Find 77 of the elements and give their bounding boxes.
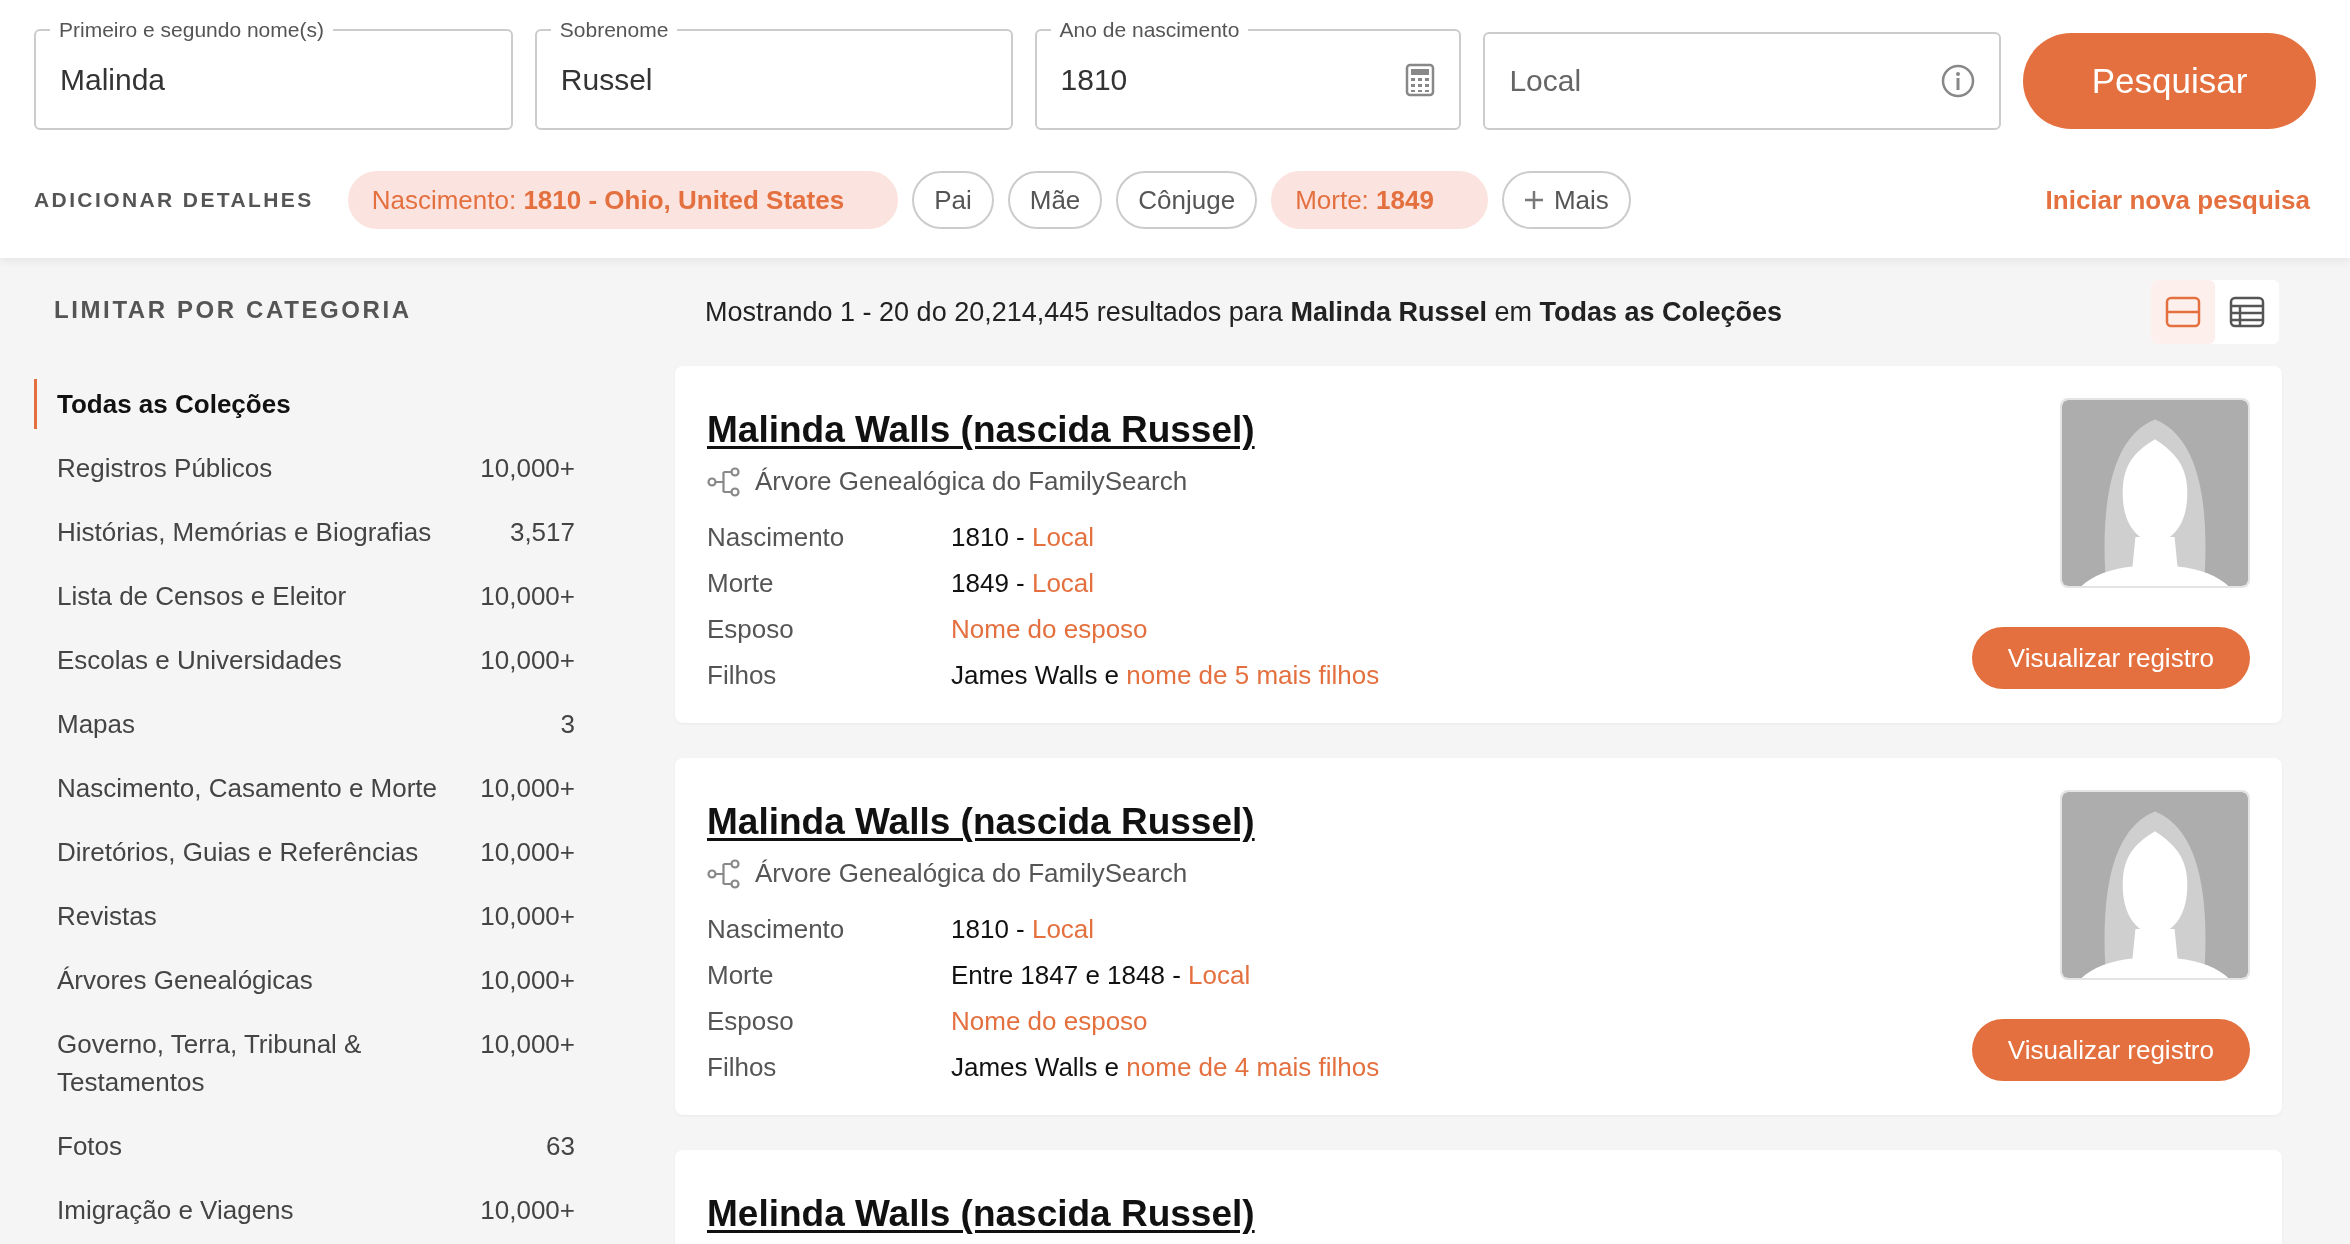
category-item[interactable]: Registros Públicos 10,000+ <box>34 443 575 493</box>
info-icon[interactable] <box>1941 64 1976 98</box>
category-item[interactable]: Imigração e Viagens 10,000+ <box>34 1185 575 1235</box>
category-label: Árvores Genealógicas <box>57 964 313 997</box>
fact-label: Morte <box>707 959 775 992</box>
filter-chip[interactable]: Pai <box>912 171 994 229</box>
category-label: Revistas <box>57 900 157 933</box>
category-item[interactable]: Todas as Coleções <box>34 379 575 429</box>
category-count: 10,000+ <box>480 452 575 485</box>
record-source: Árvore Genealógica do FamilySearch <box>755 466 1188 497</box>
results-summary: Mostrando 1 - 20 do 20,214,445 resultados para Malinda Russel em Todas as Coleções <box>705 296 1783 328</box>
field-placeholder: Local <box>1509 64 1583 98</box>
category-label: Diretórios, Guias e Referências <box>57 836 419 869</box>
fact-text: James Walls e <box>951 660 1121 690</box>
more-chip[interactable]: Mais <box>1501 171 1631 229</box>
category-item[interactable]: Árvores Genealógicas 10,000+ <box>34 955 575 1005</box>
field-label: Primeiro e segundo nome(s) <box>58 17 325 43</box>
fact-label: Esposo <box>707 1005 795 1038</box>
category-count: 63 <box>546 1130 575 1163</box>
field-label: Ano de nascimento <box>1058 17 1241 43</box>
category-label: Mapas <box>57 708 136 741</box>
fact-label: Nascimento <box>707 521 846 554</box>
category-item[interactable]: Governo, Terra, Tribunal & Testamentos 10,000+ <box>34 1019 575 1107</box>
filter-chip[interactable]: Mãe <box>1007 171 1103 229</box>
tree-icon <box>707 466 741 497</box>
category-label: Registros Públicos <box>57 452 273 485</box>
category-item[interactable]: Lista de Censos e Eleitor 10,000+ <box>34 571 575 621</box>
plus-icon <box>1523 190 1544 210</box>
tree-icon <box>707 858 741 889</box>
category-label: Todas as Coleções <box>57 388 291 421</box>
record-name-link[interactable]: Malinda Walls (nascida Russel) <box>707 800 1255 844</box>
category-count: 10,000+ <box>480 964 575 997</box>
category-item[interactable]: Mapas 3 <box>34 699 575 749</box>
category-count: 10,000+ <box>480 580 575 613</box>
record-source: Árvore Genealógica do FamilySearch <box>755 858 1188 889</box>
category-label: Histórias, Memórias e Biografias <box>57 516 432 549</box>
category-count: 10,000+ <box>480 836 575 869</box>
record-name-link[interactable]: Malinda Walls (nascida Russel) <box>707 408 1255 452</box>
fact-label: Morte <box>707 567 775 600</box>
fact-text: 1849 - <box>951 568 1026 598</box>
filter-chip[interactable]: Cônjuge <box>1116 171 1258 229</box>
fact-text: James Walls e <box>951 1052 1121 1082</box>
fact-label: Nascimento <box>707 913 846 946</box>
field-value: Russel <box>560 62 654 97</box>
fact-label: Filhos <box>707 659 778 692</box>
category-label: Fotos <box>57 1130 123 1163</box>
field-label: Sobrenome <box>558 17 670 43</box>
category-count: 10,000+ <box>480 772 575 805</box>
category-count: 10,000+ <box>480 1194 575 1227</box>
category-label: Nascimento, Casamento e Morte <box>57 772 438 805</box>
category-count: 3,517 <box>509 516 575 549</box>
category-item[interactable]: Histórias, Memórias e Biografias 3,517 <box>34 507 575 557</box>
field-value: Malinda <box>60 62 167 97</box>
category-item[interactable]: Escolas e Universidades 10,000+ <box>34 635 575 685</box>
category-item[interactable]: Fotos 63 <box>34 1121 575 1171</box>
place-field[interactable]: Local <box>1483 32 2002 130</box>
category-item[interactable]: Diretórios, Guias e Referências 10,000+ <box>34 827 575 877</box>
fact-label: Filhos <box>707 1051 778 1084</box>
record-name-link[interactable]: Melinda Walls (nascida Russel) <box>707 1192 1255 1236</box>
category-count: 3 <box>560 708 575 741</box>
category-item[interactable]: Nascimento, Casamento e Morte 10,000+ <box>34 763 575 813</box>
category-count: 10,000+ <box>480 900 575 933</box>
fact-text: Entre 1847 e 1848 - <box>951 960 1182 990</box>
category-item[interactable]: Revistas 10,000+ <box>34 891 575 941</box>
details-label: ADICIONAR DETALHES <box>34 188 314 212</box>
category-label: Governo, Terra, Tribunal & Testamentos <box>57 1028 363 1099</box>
sidebar-heading: LIMITAR POR CATEGORIA <box>54 295 413 325</box>
category-label: Imigração e Viagens <box>57 1194 294 1227</box>
fact-label: Esposo <box>707 613 795 646</box>
fact-text: 1810 - <box>951 914 1026 944</box>
category-count: 10,000+ <box>480 1028 575 1061</box>
field-value: 1810 <box>1060 62 1129 97</box>
fact-text: 1810 - <box>951 522 1026 552</box>
category-count: 10,000+ <box>480 644 575 677</box>
category-label: Escolas e Universidades <box>57 644 342 677</box>
calendar-icon[interactable] <box>1405 62 1436 97</box>
category-label: Lista de Censos e Eleitor <box>57 580 347 613</box>
